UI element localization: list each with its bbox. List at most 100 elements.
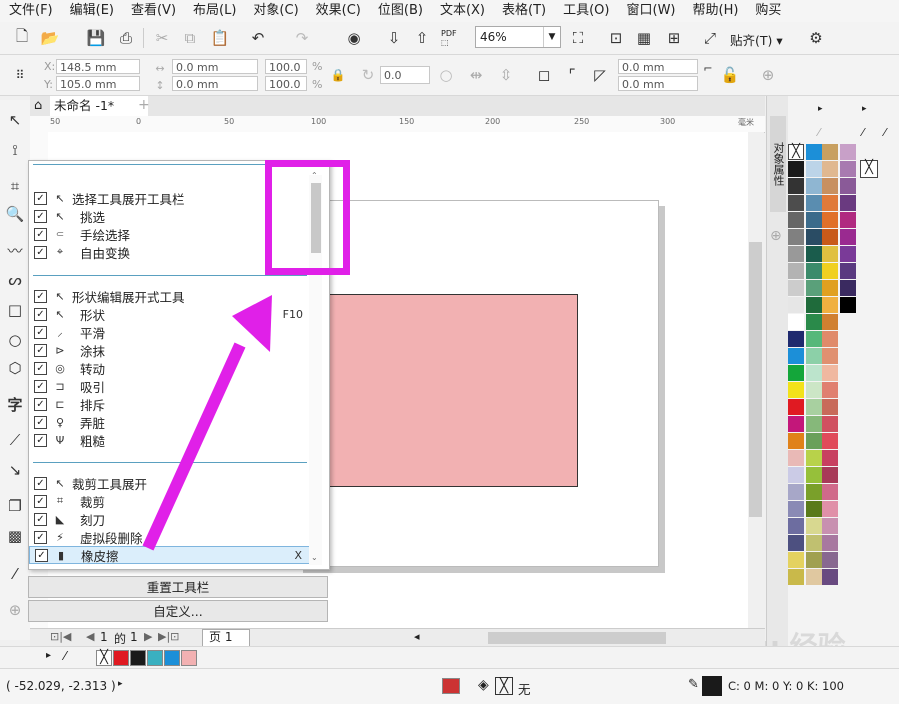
menu-item[interactable]: 购买 bbox=[746, 0, 789, 22]
corner-link-icon[interactable]: ⌐ bbox=[698, 58, 718, 78]
checkbox[interactable]: ✓ bbox=[34, 289, 47, 303]
undo-icon[interactable]: ↶ bbox=[248, 28, 268, 48]
menu-item[interactable]: 工具(O) bbox=[554, 0, 617, 22]
drop-shadow-icon[interactable]: ❐ bbox=[5, 496, 25, 516]
polygon-tool-icon[interactable]: ⬡ bbox=[5, 358, 25, 378]
y-position-field[interactable]: 105.0 mm bbox=[56, 76, 140, 91]
color-swatch[interactable] bbox=[788, 331, 804, 347]
status-menu-icon[interactable]: ▸ bbox=[118, 679, 123, 689]
rotation-angle-field[interactable]: 0.0 bbox=[380, 66, 430, 84]
color-swatch[interactable] bbox=[788, 212, 804, 228]
add-tool-icon[interactable]: ⊕ bbox=[5, 600, 25, 620]
color-swatch[interactable] bbox=[822, 569, 838, 585]
color-swatch[interactable] bbox=[788, 297, 804, 313]
color-swatch[interactable] bbox=[840, 246, 856, 262]
color-swatch[interactable] bbox=[788, 535, 804, 551]
chevron-down-icon[interactable]: ⌄ bbox=[311, 553, 318, 562]
no-color-swatch[interactable]: ╳ bbox=[788, 144, 804, 160]
mirror-horizontal-icon[interactable]: ⇹ bbox=[466, 65, 486, 85]
color-swatch[interactable] bbox=[788, 348, 804, 364]
zoom-tool-icon[interactable]: 🔍 bbox=[5, 204, 25, 224]
color-swatch[interactable] bbox=[822, 535, 838, 551]
color-swatch[interactable] bbox=[840, 229, 856, 245]
color-swatch[interactable] bbox=[822, 263, 838, 279]
full-screen-icon[interactable]: ⛶ bbox=[568, 28, 588, 48]
color-swatch[interactable] bbox=[822, 161, 838, 177]
no-fill-swatch[interactable]: ╳ bbox=[495, 677, 513, 695]
color-swatch[interactable] bbox=[788, 280, 804, 296]
color-swatch[interactable] bbox=[806, 348, 822, 364]
freehand-tool-icon[interactable]: 〰 bbox=[5, 240, 25, 260]
new-tab-icon[interactable]: + bbox=[138, 97, 150, 113]
checkbox[interactable]: ✓ bbox=[34, 245, 47, 259]
color-swatch[interactable] bbox=[822, 450, 838, 466]
vertical-scrollbar[interactable] bbox=[748, 132, 764, 628]
checkbox[interactable]: ✓ bbox=[34, 361, 47, 375]
menu-item[interactable]: 对象(C) bbox=[244, 0, 306, 22]
redo-icon[interactable]: ↷ bbox=[292, 28, 312, 48]
horizontal-ruler[interactable]: 50 0 50 100 150 200 250 300 毫米 bbox=[30, 116, 765, 133]
artistic-media-icon[interactable]: ᔕ bbox=[5, 270, 25, 290]
color-swatch[interactable] bbox=[788, 178, 804, 194]
print-icon[interactable]: ⎙ bbox=[116, 28, 136, 48]
color-swatch[interactable] bbox=[788, 450, 804, 466]
color-swatch[interactable] bbox=[806, 314, 822, 330]
palette2-eyedropper-icon[interactable]: ⁄ bbox=[862, 126, 864, 139]
color-swatch[interactable] bbox=[822, 484, 838, 500]
document-color-swatch[interactable] bbox=[130, 650, 146, 666]
document-color-swatch[interactable] bbox=[164, 650, 180, 666]
prev-page-icon[interactable]: ◀ bbox=[86, 630, 94, 643]
color-swatch[interactable] bbox=[822, 348, 838, 364]
color-swatch[interactable] bbox=[788, 195, 804, 211]
checkbox[interactable]: ✓ bbox=[34, 307, 47, 321]
corel-connect-icon[interactable]: ◉ bbox=[344, 28, 364, 48]
show-guidelines-icon[interactable]: ⊞ bbox=[664, 28, 684, 48]
menu-item[interactable]: 文件(F) bbox=[0, 0, 61, 22]
color-swatch[interactable] bbox=[822, 416, 838, 432]
menu-item[interactable]: 编辑(E) bbox=[61, 0, 122, 22]
no-color-swatch[interactable]: ╳ bbox=[96, 650, 112, 666]
color-swatch[interactable] bbox=[806, 195, 822, 211]
color-swatch[interactable] bbox=[806, 263, 822, 279]
color-swatch[interactable] bbox=[806, 484, 822, 500]
checkbox[interactable]: ✓ bbox=[34, 191, 47, 205]
color-swatch[interactable] bbox=[788, 416, 804, 432]
color-swatch[interactable] bbox=[806, 297, 822, 313]
last-page-icon[interactable]: ▶|⊡ bbox=[158, 630, 179, 643]
home-icon[interactable]: ⌂ bbox=[34, 98, 42, 113]
width-field[interactable]: 0.0 mm bbox=[172, 59, 258, 74]
color-swatch[interactable] bbox=[822, 433, 838, 449]
color-swatch[interactable] bbox=[822, 212, 838, 228]
checkbox[interactable]: ✓ bbox=[34, 379, 47, 393]
menu-item[interactable]: 效果(C) bbox=[307, 0, 369, 22]
show-grid-icon[interactable]: ▦ bbox=[634, 28, 654, 48]
checkbox[interactable]: ✓ bbox=[34, 476, 47, 490]
height-field[interactable]: 0.0 mm bbox=[172, 76, 258, 91]
cut-icon[interactable]: ✂ bbox=[152, 28, 172, 48]
chevron-down-icon[interactable]: ▼ bbox=[543, 27, 560, 47]
color-swatch[interactable] bbox=[806, 501, 822, 517]
connector-tool-icon[interactable]: ↘ bbox=[5, 460, 25, 480]
color-swatch[interactable] bbox=[806, 416, 822, 432]
chamfered-corner-icon[interactable]: ◸ bbox=[590, 65, 610, 85]
document-tab[interactable]: 未命名 -1* bbox=[50, 96, 148, 116]
checkbox[interactable]: ✓ bbox=[34, 494, 47, 508]
checkbox[interactable]: ✓ bbox=[34, 433, 47, 447]
color-swatch[interactable] bbox=[788, 263, 804, 279]
color-swatch[interactable] bbox=[822, 552, 838, 568]
color-swatch[interactable] bbox=[788, 569, 804, 585]
scale-y-field[interactable]: 100.0 bbox=[265, 76, 307, 91]
document-color-swatch[interactable] bbox=[181, 650, 197, 666]
color-swatch[interactable] bbox=[806, 382, 822, 398]
eyedropper-icon[interactable]: ⁄ bbox=[5, 564, 25, 584]
import-icon[interactable]: ⇩ bbox=[384, 28, 404, 48]
color-swatch[interactable] bbox=[822, 297, 838, 313]
color-swatch[interactable] bbox=[840, 263, 856, 279]
color-swatch[interactable] bbox=[822, 365, 838, 381]
checkbox[interactable]: ✓ bbox=[34, 512, 47, 526]
object-properties-tab[interactable]: 对象属性 bbox=[770, 116, 786, 212]
color-swatch[interactable] bbox=[822, 144, 838, 160]
menu-item[interactable]: 布局(L) bbox=[184, 0, 244, 22]
checkbox[interactable]: ✓ bbox=[34, 397, 47, 411]
checkbox[interactable]: ✓ bbox=[34, 530, 47, 544]
